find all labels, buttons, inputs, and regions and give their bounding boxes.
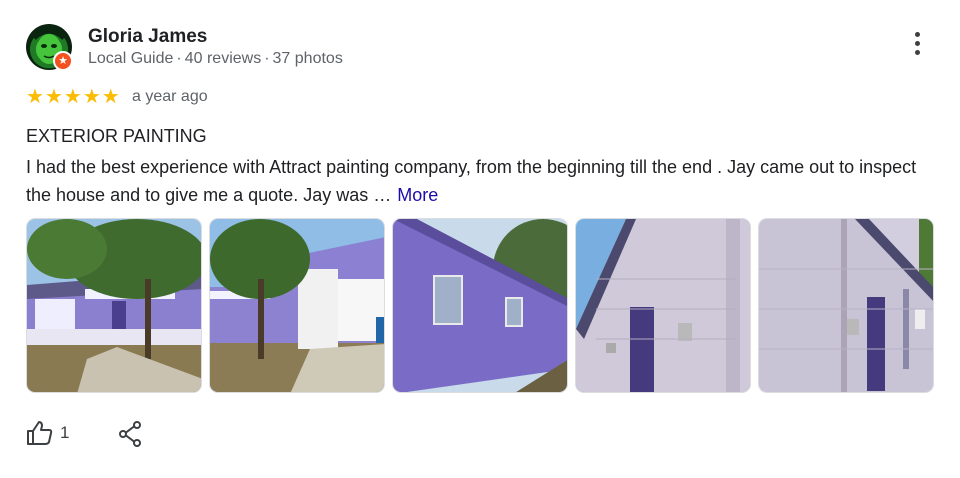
more-vert-icon-dot — [914, 41, 920, 46]
review-text: I had the best experience with Attract p… — [26, 153, 936, 209]
review-photo[interactable] — [575, 218, 751, 393]
more-link[interactable]: More — [397, 185, 438, 205]
star-icon: ★ — [63, 86, 82, 108]
local-guide-label: Local Guide — [88, 50, 174, 67]
review-photo[interactable] — [26, 218, 202, 393]
more-options-button[interactable] — [905, 32, 929, 62]
more-vert-icon — [914, 32, 920, 37]
share-icon — [119, 421, 141, 447]
star-icon: ★ — [82, 86, 101, 108]
share-button[interactable] — [118, 421, 142, 452]
review-photo[interactable] — [209, 218, 385, 393]
review-photos — [26, 218, 934, 393]
local-guide-star-icon: ★ — [53, 51, 73, 71]
star-rating: ★ ★ ★ ★ ★ — [26, 86, 120, 108]
meta-separator: · — [264, 50, 270, 67]
reviewer-name[interactable]: Gloria James — [88, 26, 207, 48]
reviewer-meta: Local Guide · 40 reviews · 37 photos — [88, 50, 343, 68]
review-count: 40 reviews — [184, 50, 262, 67]
star-icon: ★ — [44, 86, 63, 108]
review-title: EXTERIOR PAINTING — [26, 126, 207, 146]
review-photo[interactable] — [392, 218, 568, 393]
like-count: 1 — [60, 423, 70, 442]
more-vert-icon-dot — [914, 50, 920, 55]
review-time: a year ago — [132, 88, 208, 105]
star-icon: ★ — [101, 86, 120, 108]
like-button[interactable]: 1 — [26, 420, 69, 446]
meta-separator: · — [176, 50, 182, 67]
thumbs-up-icon — [27, 421, 53, 445]
review-body: I had the best experience with Attract p… — [26, 157, 917, 205]
star-icon: ★ — [26, 86, 44, 108]
review-photo[interactable] — [758, 218, 934, 393]
photo-count: 37 photos — [272, 50, 343, 67]
